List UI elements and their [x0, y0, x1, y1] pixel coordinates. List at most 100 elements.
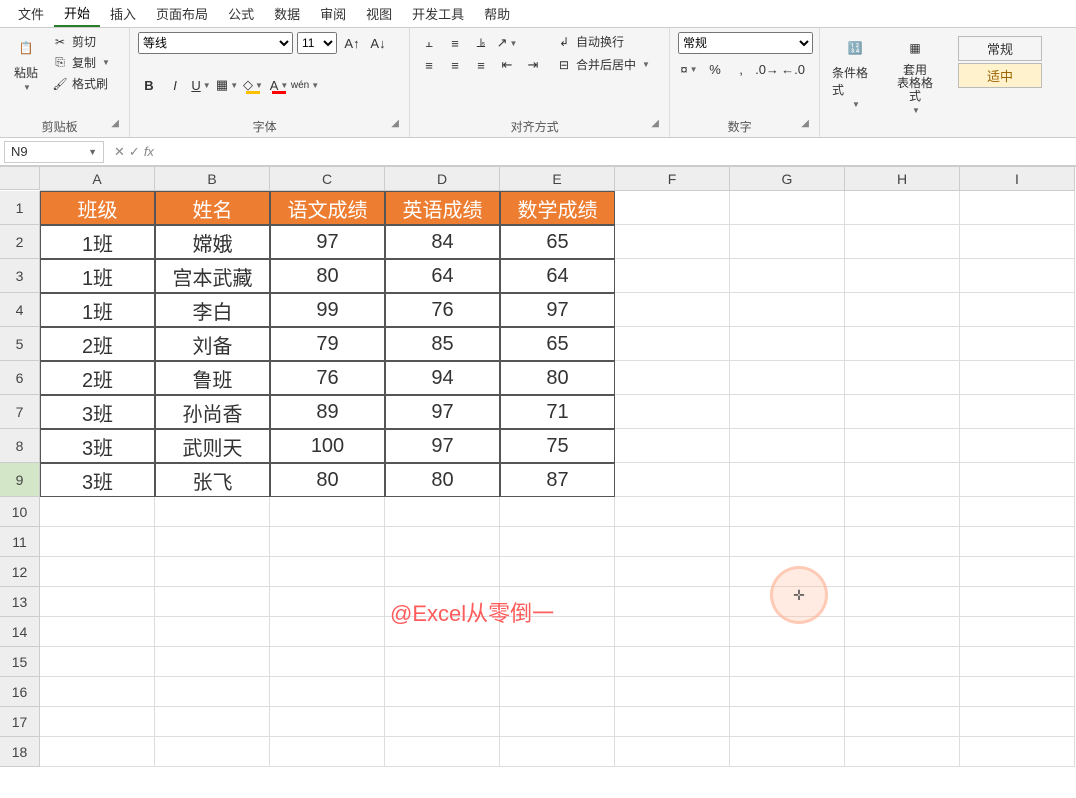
font-name-select[interactable]: 等线 — [138, 32, 293, 54]
cell[interactable] — [730, 259, 845, 293]
cell[interactable] — [960, 617, 1075, 647]
menu-review[interactable]: 审阅 — [310, 0, 356, 27]
cell[interactable] — [845, 429, 960, 463]
cell[interactable] — [730, 707, 845, 737]
cell[interactable] — [500, 527, 615, 557]
cell[interactable] — [960, 225, 1075, 259]
row-header[interactable]: 2 — [0, 225, 40, 259]
col-header[interactable]: B — [155, 167, 270, 191]
cell[interactable] — [40, 737, 155, 767]
comma-button[interactable]: , — [730, 58, 752, 80]
cell[interactable]: 99 — [270, 293, 385, 327]
cell[interactable] — [155, 587, 270, 617]
row-header[interactable]: 6 — [0, 361, 40, 395]
font-size-select[interactable]: 11 — [297, 32, 337, 54]
cell[interactable] — [960, 429, 1075, 463]
wrap-text-button[interactable]: ↲ 自动换行 — [554, 32, 652, 51]
cell[interactable] — [270, 497, 385, 527]
cell[interactable]: 数学成绩 — [500, 191, 615, 225]
cell[interactable]: 65 — [500, 327, 615, 361]
dialog-launcher-icon[interactable]: ◢ — [801, 118, 809, 129]
row-header[interactable]: 8 — [0, 429, 40, 463]
cell-style-good[interactable]: 适中 — [958, 63, 1042, 88]
cell[interactable] — [845, 737, 960, 767]
italic-button[interactable]: I — [164, 74, 186, 96]
cell[interactable] — [845, 361, 960, 395]
cell[interactable] — [845, 707, 960, 737]
cell[interactable] — [155, 527, 270, 557]
cell[interactable] — [960, 395, 1075, 429]
cell[interactable]: 80 — [385, 463, 500, 497]
cell[interactable] — [615, 617, 730, 647]
cell[interactable] — [845, 191, 960, 225]
merge-center-button[interactable]: ⊟ 合并后居中 ▼ — [554, 55, 652, 74]
cell[interactable] — [730, 293, 845, 327]
menu-view[interactable]: 视图 — [356, 0, 402, 27]
cell[interactable]: 1班 — [40, 259, 155, 293]
cell[interactable] — [730, 677, 845, 707]
cell[interactable]: 3班 — [40, 429, 155, 463]
cell[interactable] — [845, 617, 960, 647]
cell[interactable] — [730, 737, 845, 767]
cancel-icon[interactable]: ✕ — [114, 144, 125, 160]
cell[interactable]: 班级 — [40, 191, 155, 225]
cell[interactable] — [615, 191, 730, 225]
cell[interactable]: 姓名 — [155, 191, 270, 225]
align-left-button[interactable]: ≡ — [418, 54, 440, 76]
col-header[interactable]: F — [615, 167, 730, 191]
cell[interactable] — [615, 527, 730, 557]
cell[interactable]: 97 — [385, 395, 500, 429]
increase-decimal-button[interactable]: .0→ — [756, 58, 778, 80]
row-header[interactable]: 5 — [0, 327, 40, 361]
menu-insert[interactable]: 插入 — [100, 0, 146, 27]
format-painter-button[interactable]: 🖌 格式刷 — [50, 74, 112, 93]
cell[interactable] — [960, 647, 1075, 677]
cell[interactable] — [615, 677, 730, 707]
cell[interactable] — [155, 497, 270, 527]
menu-formulas[interactable]: 公式 — [218, 0, 264, 27]
align-middle-button[interactable]: ≡ — [444, 32, 466, 54]
decrease-font-button[interactable]: A↓ — [367, 32, 389, 54]
conditional-format-button[interactable]: 🔢 条件格式 ▼ — [828, 32, 882, 117]
cell[interactable] — [730, 497, 845, 527]
cell[interactable] — [845, 327, 960, 361]
row-header[interactable]: 11 — [0, 527, 40, 557]
cell[interactable] — [615, 707, 730, 737]
cell[interactable] — [500, 647, 615, 677]
cell[interactable] — [730, 395, 845, 429]
cell[interactable]: 64 — [385, 259, 500, 293]
cell[interactable] — [730, 327, 845, 361]
menu-home[interactable]: 开始 — [54, 0, 100, 27]
cell[interactable] — [960, 361, 1075, 395]
align-top-button[interactable]: ⫠ — [418, 32, 440, 54]
cell[interactable]: 65 — [500, 225, 615, 259]
cell[interactable] — [155, 707, 270, 737]
cell[interactable] — [615, 225, 730, 259]
cell[interactable] — [500, 677, 615, 707]
cell[interactable] — [845, 259, 960, 293]
cell[interactable] — [385, 677, 500, 707]
cut-button[interactable]: ✂ 剪切 — [50, 32, 112, 51]
menu-layout[interactable]: 页面布局 — [146, 0, 218, 27]
cell[interactable]: 李白 — [155, 293, 270, 327]
cell[interactable] — [615, 327, 730, 361]
cell[interactable] — [155, 737, 270, 767]
dialog-launcher-icon[interactable]: ◢ — [651, 118, 659, 129]
cell[interactable] — [960, 557, 1075, 587]
cell[interactable] — [730, 225, 845, 259]
cell[interactable] — [270, 587, 385, 617]
cell[interactable] — [730, 361, 845, 395]
cell[interactable] — [845, 395, 960, 429]
cell[interactable]: 84 — [385, 225, 500, 259]
cell[interactable]: 1班 — [40, 293, 155, 327]
cell[interactable]: 89 — [270, 395, 385, 429]
cell[interactable] — [155, 557, 270, 587]
cell[interactable] — [615, 737, 730, 767]
cell[interactable] — [500, 497, 615, 527]
cell[interactable] — [385, 557, 500, 587]
cell[interactable] — [615, 395, 730, 429]
row-header[interactable]: 1 — [0, 191, 40, 225]
cell[interactable]: 97 — [270, 225, 385, 259]
cell[interactable]: 嫦娥 — [155, 225, 270, 259]
cell[interactable] — [155, 617, 270, 647]
